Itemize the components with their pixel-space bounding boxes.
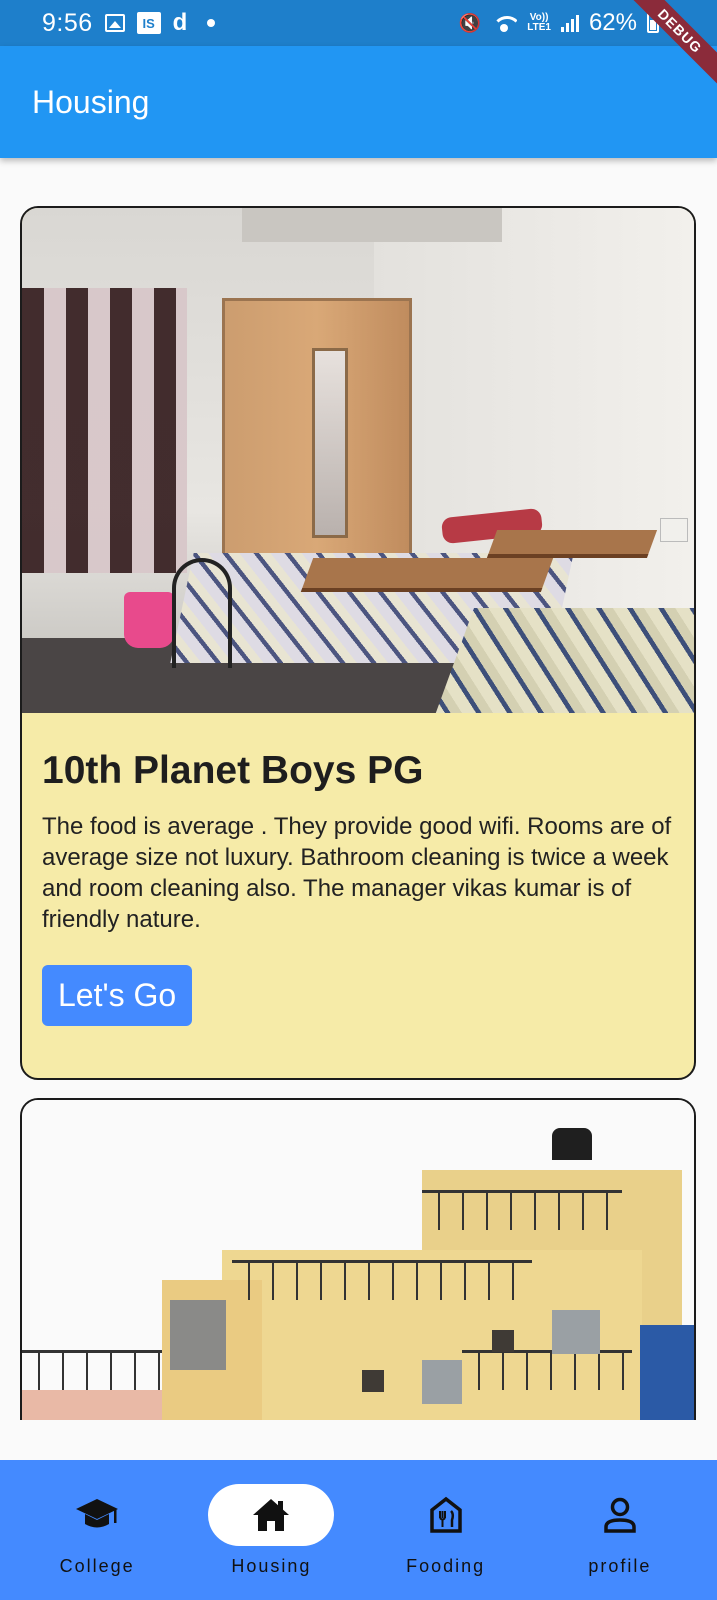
status-bar: 9:56 IS d 🔇 Vo)) LTE1 62% [0, 0, 717, 46]
signal-icon [560, 14, 579, 32]
network-label: LTE1 [527, 22, 551, 33]
bottom-navigation: College Housing Fooding profile [0, 1460, 717, 1600]
mute-icon: 🔇 [458, 12, 482, 33]
page-title: Housing [32, 83, 150, 120]
listing-card: 10th Planet Boys PG The food is average … [20, 206, 696, 1080]
nav-item-fooding[interactable]: Fooding [371, 1460, 521, 1577]
home-icon [251, 1497, 291, 1533]
app-bar: Housing [0, 46, 717, 158]
status-time: 9:56 [42, 8, 93, 37]
nav-label: College [59, 1556, 135, 1576]
gallery-icon [104, 14, 125, 32]
person-icon [602, 1496, 638, 1534]
more-notifications-dot-icon [207, 19, 216, 27]
nav-item-college[interactable]: College [22, 1460, 172, 1577]
building-exterior-photo [22, 1100, 694, 1420]
listing-description: The food is average . They provide good … [42, 813, 672, 933]
lets-go-button[interactable]: Let's Go [42, 965, 193, 1026]
d-notification-icon: d [172, 9, 188, 36]
graduation-cap-icon [75, 1497, 119, 1533]
status-left: 9:56 IS d [42, 8, 216, 38]
status-right: 🔇 Vo)) LTE1 62% [459, 0, 659, 46]
listing-card-body: 10th Planet Boys PG The food is average … [22, 713, 694, 1046]
nav-item-profile[interactable]: profile [545, 1460, 695, 1577]
hostel-room-photo [22, 208, 694, 713]
listing-card [20, 1098, 696, 1420]
app-notification-icon: IS [136, 12, 161, 34]
listing-scroll-area[interactable]: 10th Planet Boys PG The food is average … [0, 158, 717, 1420]
battery-percent: 62% [588, 9, 637, 36]
listing-title: 10th Planet Boys PG [42, 749, 424, 792]
screen: 9:56 IS d 🔇 Vo)) LTE1 62% DEBUG Housing [0, 0, 717, 1600]
nav-label: profile [588, 1556, 652, 1576]
nav-label: Housing [231, 1556, 312, 1576]
nav-item-housing[interactable]: Housing [196, 1460, 346, 1577]
wifi-icon [491, 14, 518, 32]
restaurant-icon [428, 1496, 464, 1534]
nav-label: Fooding [406, 1556, 486, 1576]
volte-icon: Vo)) LTE1 [527, 13, 551, 33]
